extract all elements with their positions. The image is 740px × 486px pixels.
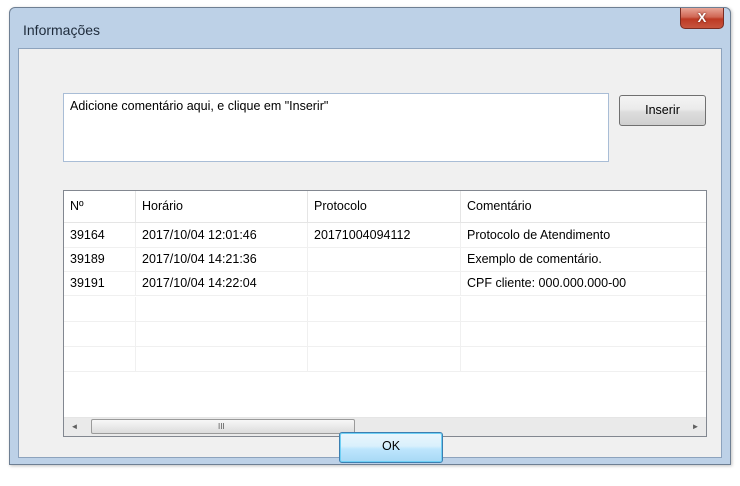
cell-empty <box>136 347 308 371</box>
cell-time: 2017/10/04 14:22:04 <box>136 271 308 295</box>
cell-empty <box>308 297 461 321</box>
column-header-protocol[interactable]: Protocolo <box>308 191 461 222</box>
cell-empty <box>308 322 461 346</box>
cell-time: 2017/10/04 14:21:36 <box>136 247 308 271</box>
arrow-right-icon[interactable]: ► <box>687 418 704 436</box>
title-bar[interactable]: Informações X <box>10 8 730 48</box>
table-header: Nº Horário Protocolo Comentário <box>64 191 706 223</box>
cell-empty <box>461 297 706 321</box>
cell-number: 39191 <box>64 271 136 295</box>
cell-empty <box>308 347 461 371</box>
cell-protocol <box>308 247 461 271</box>
insert-button[interactable]: Inserir <box>619 95 706 126</box>
dialog-content: Adicione comentário aqui, e clique em "I… <box>18 48 722 463</box>
column-header-time[interactable]: Horário <box>136 191 308 222</box>
cell-number: 39189 <box>64 247 136 271</box>
cell-comment: CPF cliente: 000.000.000-00 <box>467 276 627 290</box>
table-row-empty <box>64 297 706 322</box>
column-header-comment[interactable]: Comentário <box>461 191 706 222</box>
close-button[interactable]: X <box>680 8 724 29</box>
table-row[interactable]: 39164 2017/10/04 12:01:46 20171004094112… <box>64 223 706 248</box>
window-title: Informações <box>23 22 101 38</box>
cell-comment: Protocolo de Atendimento <box>467 228 611 242</box>
cell-empty <box>64 297 136 321</box>
close-icon: X <box>697 10 707 25</box>
cell-empty <box>136 297 308 321</box>
arrow-left-icon[interactable]: ◄ <box>66 418 83 436</box>
scrollbar-thumb[interactable]: III <box>91 419 355 434</box>
cell-empty <box>64 347 136 371</box>
cell-empty <box>136 322 308 346</box>
cell-empty <box>461 322 706 346</box>
comment-input[interactable]: Adicione comentário aqui, e clique em "I… <box>63 93 609 162</box>
column-header-number[interactable]: Nº <box>64 191 136 222</box>
cell-protocol <box>308 271 461 295</box>
table-row-empty <box>64 322 706 347</box>
cell-comment: Exemplo de comentário. <box>467 252 602 266</box>
comments-table: Nº Horário Protocolo Comentário 39164 20… <box>63 190 707 437</box>
cell-time: 2017/10/04 12:01:46 <box>136 223 308 247</box>
table-row[interactable]: 39189 2017/10/04 14:21:36 Exemplo de com… <box>64 247 706 272</box>
cell-number: 39164 <box>64 223 136 247</box>
cell-empty <box>461 347 706 371</box>
dialog-window: Informações X Adicione comentário aqui, … <box>9 7 731 465</box>
cell-protocol: 20171004094112 <box>308 223 461 247</box>
grip-icon: III <box>218 422 225 431</box>
ok-button[interactable]: OK <box>339 432 443 463</box>
cell-empty <box>64 322 136 346</box>
table-row[interactable]: 39191 2017/10/04 14:22:04 CPF cliente: 0… <box>64 271 706 296</box>
table-row-empty <box>64 347 706 372</box>
